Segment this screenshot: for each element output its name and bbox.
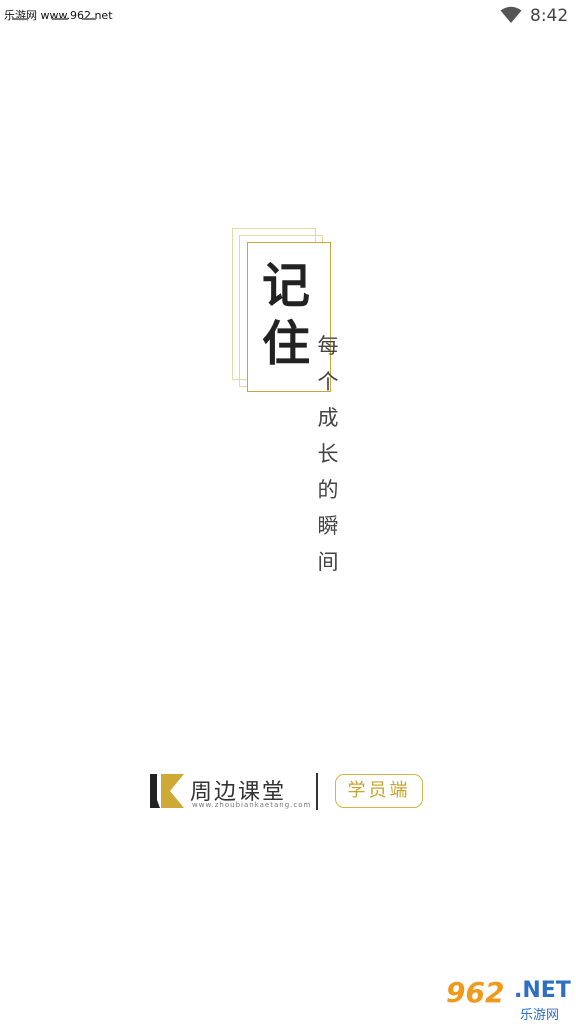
slogan-small-char-6: 瞬 (317, 514, 339, 538)
slogan-big-char-2: 住 (262, 316, 311, 372)
slogan-small-char-3: 成 (317, 406, 339, 430)
slogan-small-char-7: 间 (317, 550, 339, 574)
slogan-small-char-1: 每 (317, 334, 339, 358)
notification-indicators (12, 18, 96, 26)
brand-divider (316, 773, 318, 810)
k-logo-icon (150, 774, 184, 808)
status-bar: 乐游网 www.962.net 8:42 (0, 0, 576, 30)
slogan-small-char-4: 长 (317, 442, 339, 466)
status-time: 8:42 (530, 6, 569, 26)
watermark-suffix: .NET (514, 978, 571, 1003)
watermark-subtitle: 乐游网 (520, 1008, 560, 1023)
watermark-number: 962 (446, 976, 505, 1009)
brand-url: www.zhoubiankaetang.com (192, 801, 312, 809)
student-edition-badge: 学员端 (335, 774, 423, 808)
slogan-big-char-1: 记 (262, 258, 311, 314)
watermark: 962 .NET 乐游网 (440, 974, 576, 1024)
wifi-icon (500, 6, 522, 23)
slogan-small-char-5: 的 (317, 478, 339, 502)
slogan-small-char-2: 个 (317, 370, 339, 394)
